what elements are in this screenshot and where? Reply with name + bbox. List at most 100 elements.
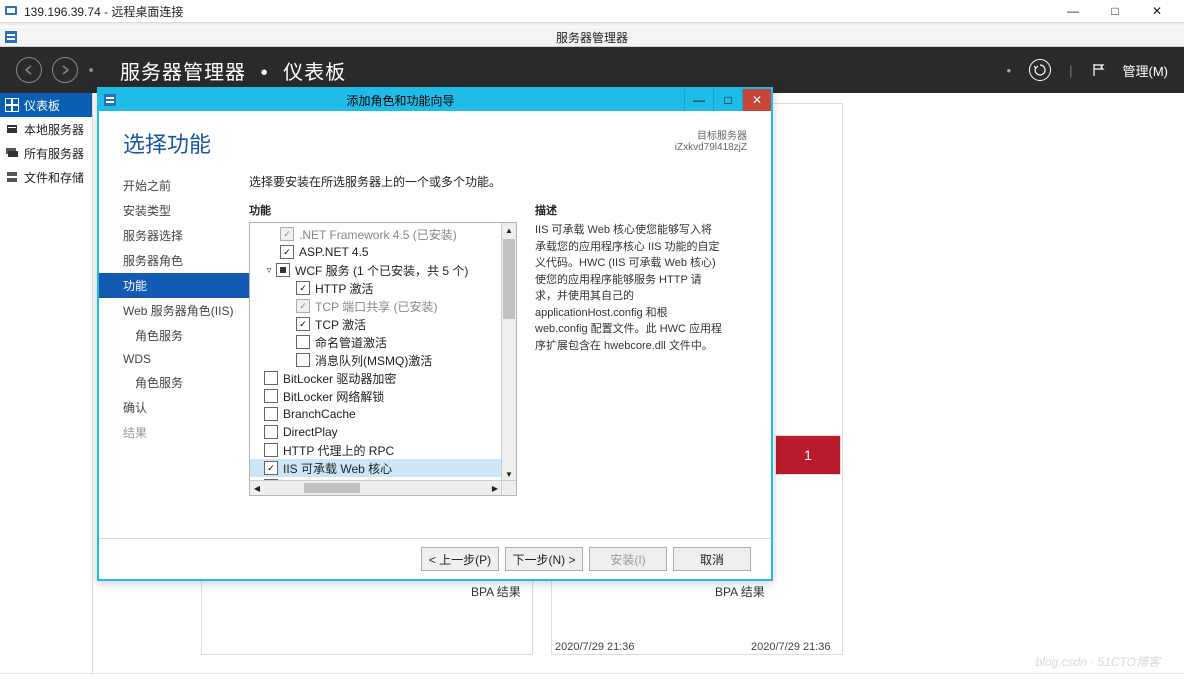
scroll-right-icon[interactable]: ▶ bbox=[488, 484, 502, 493]
feature-item[interactable]: BitLocker 网络解锁 bbox=[250, 387, 502, 405]
feature-item[interactable]: TCP 端口共享 (已安装) bbox=[250, 297, 502, 315]
wizard-step[interactable]: 确认 bbox=[99, 395, 249, 420]
manage-menu[interactable]: 管理(M) bbox=[1123, 61, 1169, 80]
checkbox[interactable] bbox=[264, 371, 278, 385]
feature-item[interactable]: .NET Framework 4.5 (已安装) bbox=[250, 225, 502, 243]
feature-item[interactable]: ASP.NET 4.5 bbox=[250, 243, 502, 261]
vertical-scrollbar[interactable]: ▲ ▼ bbox=[501, 223, 516, 481]
bpa-label: BPA 结果 bbox=[715, 583, 765, 600]
sep-pipe: | bbox=[1069, 63, 1072, 78]
maximize-button[interactable]: □ bbox=[1106, 2, 1124, 20]
wizard-step[interactable]: WDS bbox=[99, 348, 249, 370]
wizard-close-button[interactable]: ✕ bbox=[742, 89, 771, 111]
checkbox[interactable] bbox=[264, 407, 278, 421]
feature-item[interactable]: BranchCache bbox=[250, 405, 502, 423]
add-roles-wizard: 添加角色和功能向导 — □ ✕ 选择功能 目标服务器 iZxkvd79l418z… bbox=[97, 87, 773, 581]
breadcrumb-bullet-icon bbox=[88, 63, 94, 77]
scroll-up-icon[interactable]: ▲ bbox=[502, 223, 516, 237]
wizard-step[interactable]: Web 服务器角色(IIS) bbox=[99, 298, 249, 323]
checkbox[interactable] bbox=[264, 425, 278, 439]
sm-window-title: 服务器管理器 bbox=[556, 29, 628, 46]
feature-label: TCP 端口共享 (已安装) bbox=[315, 298, 437, 315]
wizard-step[interactable]: 角色服务 bbox=[99, 370, 249, 395]
target-server-label: 目标服务器 bbox=[675, 127, 747, 142]
feature-item[interactable]: DirectPlay bbox=[250, 423, 502, 441]
checkbox[interactable] bbox=[280, 245, 294, 259]
checkbox[interactable] bbox=[296, 335, 310, 349]
sidebar-item-dashboard[interactable]: 仪表板 bbox=[0, 93, 92, 117]
sidebar-item-label: 文件和存储 bbox=[24, 169, 84, 186]
checkbox[interactable] bbox=[296, 353, 310, 367]
sidebar-item-label: 本地服务器 bbox=[24, 121, 84, 138]
nav-forward-button[interactable] bbox=[52, 57, 78, 83]
refresh-button[interactable] bbox=[1029, 59, 1051, 81]
bpa-label: BPA 结果 bbox=[471, 583, 521, 600]
storage-icon bbox=[4, 169, 20, 185]
breadcrumb-page: 仪表板 bbox=[283, 62, 346, 84]
features-column-label: 功能 bbox=[249, 202, 517, 218]
feature-label: WCF 服务 (1 个已安装，共 5 个) bbox=[295, 262, 468, 279]
feature-item[interactable]: BitLocker 驱动器加密 bbox=[250, 369, 502, 387]
scroll-thumb[interactable] bbox=[304, 483, 360, 493]
breadcrumb-root[interactable]: 服务器管理器 bbox=[120, 62, 246, 84]
wizard-step[interactable]: 开始之前 bbox=[99, 173, 249, 198]
checkbox[interactable] bbox=[296, 317, 310, 331]
wizard-step[interactable]: 功能 bbox=[99, 273, 249, 298]
wizard-titlebar[interactable]: 添加角色和功能向导 — □ ✕ bbox=[99, 89, 771, 111]
feature-description: IIS 可承载 Web 核心使您能够写入将承载您的应用程序核心 IIS 功能的自… bbox=[535, 222, 723, 354]
feature-item[interactable]: 消息队列(MSMQ)激活 bbox=[250, 351, 502, 369]
cancel-button[interactable]: 取消 bbox=[673, 547, 751, 571]
breadcrumb: 服务器管理器 • 仪表板 bbox=[120, 56, 346, 85]
wizard-step[interactable]: 服务器选择 bbox=[99, 223, 249, 248]
feature-label: BranchCache bbox=[283, 407, 356, 421]
feature-item[interactable]: IIS 可承载 Web 核心 bbox=[250, 459, 502, 477]
wizard-steps: 开始之前安装类型服务器选择服务器角色功能Web 服务器角色(IIS)角色服务WD… bbox=[99, 169, 249, 528]
checkbox[interactable] bbox=[264, 443, 278, 457]
checkbox[interactable] bbox=[276, 263, 290, 277]
wizard-step[interactable]: 服务器角色 bbox=[99, 248, 249, 273]
checkbox bbox=[280, 227, 294, 241]
wizard-step[interactable]: 安装类型 bbox=[99, 198, 249, 223]
feature-item[interactable]: ▿ WCF 服务 (1 个已安装，共 5 个) bbox=[250, 261, 502, 279]
wizard-maximize-button[interactable]: □ bbox=[713, 89, 742, 111]
wizard-minimize-button[interactable]: — bbox=[684, 89, 713, 111]
scrollbar-corner bbox=[501, 480, 516, 495]
rdp-title-text: 139.196.39.74 - 远程桌面连接 bbox=[24, 3, 183, 20]
feature-item[interactable]: HTTP 激活 bbox=[250, 279, 502, 297]
alert-count: 1 bbox=[804, 447, 812, 463]
next-button[interactable]: 下一步(N) > bbox=[505, 547, 583, 571]
wizard-instruction: 选择要安装在所选服务器上的一个或多个功能。 bbox=[249, 173, 751, 190]
scroll-thumb[interactable] bbox=[503, 239, 515, 319]
wizard-title: 添加角色和功能向导 bbox=[117, 92, 684, 109]
timestamp: 2020/7/29 21:36 bbox=[751, 641, 831, 653]
feature-item[interactable]: 命名管道激活 bbox=[250, 333, 502, 351]
feature-item[interactable]: TCP 激活 bbox=[250, 315, 502, 333]
minimize-button[interactable]: — bbox=[1064, 2, 1082, 20]
feature-label: BitLocker 网络解锁 bbox=[283, 388, 384, 405]
sidebar-item-file-storage[interactable]: 文件和存储 bbox=[0, 165, 92, 189]
servers-icon bbox=[4, 145, 20, 161]
wizard-step[interactable]: 角色服务 bbox=[99, 323, 249, 348]
sidebar-item-all-servers[interactable]: 所有服务器 bbox=[0, 141, 92, 165]
scroll-down-icon[interactable]: ▼ bbox=[502, 467, 516, 481]
prev-button[interactable]: < 上一步(P) bbox=[421, 547, 499, 571]
sidebar-item-local-server[interactable]: 本地服务器 bbox=[0, 117, 92, 141]
dashboard-icon bbox=[4, 97, 20, 113]
sidebar-item-label: 所有服务器 bbox=[24, 145, 84, 162]
wizard-icon bbox=[103, 93, 117, 107]
checkbox[interactable] bbox=[296, 281, 310, 295]
sidebar-item-label: 仪表板 bbox=[24, 97, 60, 114]
horizontal-scrollbar[interactable]: ◀ ▶ bbox=[250, 480, 502, 495]
expander-icon[interactable]: ▿ bbox=[264, 265, 274, 276]
flag-icon[interactable] bbox=[1091, 63, 1105, 77]
checkbox[interactable] bbox=[264, 461, 278, 475]
close-button[interactable]: ✕ bbox=[1148, 2, 1166, 20]
checkbox[interactable] bbox=[264, 389, 278, 403]
alert-tile[interactable]: 1 bbox=[775, 435, 841, 475]
install-button: 安装(I) bbox=[589, 547, 667, 571]
nav-back-button[interactable] bbox=[16, 57, 42, 83]
feature-label: HTTP 激活 bbox=[315, 280, 373, 297]
feature-label: ASP.NET 4.5 bbox=[299, 245, 369, 259]
scroll-left-icon[interactable]: ◀ bbox=[250, 484, 264, 493]
feature-item[interactable]: HTTP 代理上的 RPC bbox=[250, 441, 502, 459]
